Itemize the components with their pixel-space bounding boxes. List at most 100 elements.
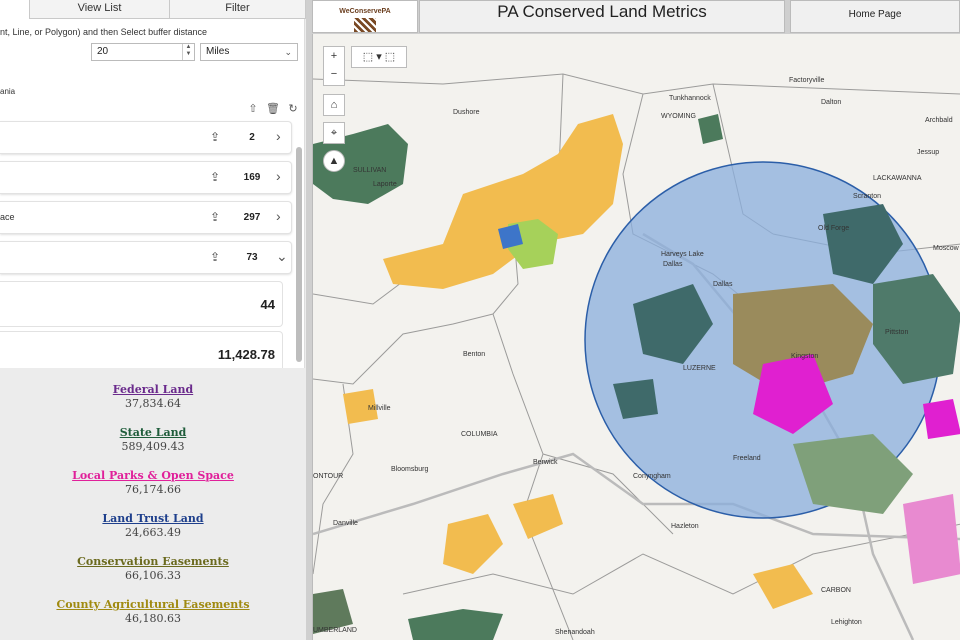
map-label: Dallas: [713, 281, 733, 288]
map-label: Dallas: [663, 261, 683, 268]
compass-icon[interactable]: ▲: [323, 150, 345, 172]
map-label: Laporte: [373, 181, 397, 188]
state-forest-green: [408, 609, 503, 640]
export-icon[interactable]: ⇧: [246, 102, 260, 116]
legend-item: State Land 589,409.43: [0, 417, 306, 460]
tab-filter[interactable]: Filter: [170, 0, 306, 19]
legend-title[interactable]: Conservation Easements: [0, 555, 306, 568]
legend-value: 589,409.43: [121, 440, 185, 453]
legend-value: 37,834.64: [125, 397, 181, 410]
map-label: Shenandoah: [555, 629, 595, 636]
legend-title[interactable]: Land Trust Land: [0, 512, 306, 525]
weconservepa-logo[interactable]: WeConservePA: [312, 0, 418, 33]
map-label: Factoryville: [789, 77, 825, 84]
share-icon[interactable]: ⇪: [210, 170, 220, 184]
legend-item: Conservation Easements 66,106.33: [0, 546, 306, 589]
map-label: Harveys Lake: [661, 251, 704, 258]
zoom-controls: + −: [323, 46, 345, 86]
legend-title[interactable]: Local Parks & Open Space: [0, 469, 306, 482]
map-label: ONTOUR: [313, 473, 343, 480]
category-row[interactable]: ⇪ 73 ⌄: [0, 241, 292, 274]
category-row[interactable]: ⇪ 2 ›: [0, 121, 292, 154]
share-icon[interactable]: ⇪: [210, 210, 220, 224]
map-label: LACKAWANNA: [873, 175, 922, 182]
category-count: 2: [249, 132, 255, 143]
map-label: UMBERLAND: [313, 627, 357, 634]
legend-item: Federal Land 37,834.64: [0, 374, 306, 417]
buffer-instruction: nt, Line, or Polygon) and then Select bu…: [0, 27, 207, 37]
trash-icon[interactable]: 🗑: [266, 102, 280, 116]
scrollbar[interactable]: [296, 147, 302, 362]
legend-item: Land Trust Land 24,663.49: [0, 503, 306, 546]
map-label: Bloomsburg: [391, 466, 428, 473]
state-game-lands-yellow: [443, 514, 503, 574]
map-label: Dalton: [821, 99, 841, 106]
page-title: PA Conserved Land Metrics: [419, 0, 785, 33]
chevron-down-icon[interactable]: ⌄: [276, 248, 288, 265]
chevron-down-icon: ⌄: [284, 47, 292, 57]
map-label: Jessup: [917, 149, 939, 156]
legend-value: 24,663.49: [125, 526, 181, 539]
legend-value: 76,174.66: [125, 483, 181, 496]
category-row[interactable]: ⇪ 169 ›: [0, 161, 292, 194]
app-header: WeConservePA PA Conserved Land Metrics H…: [306, 0, 960, 34]
share-icon[interactable]: ⇪: [210, 250, 220, 264]
legend-title[interactable]: State Land: [0, 426, 306, 439]
stat-value: 44: [260, 297, 275, 312]
map-label: Conyngham: [633, 473, 671, 480]
map-label: LUZERNE: [683, 365, 716, 372]
buffer-stepper-icon[interactable]: ▲ ▼: [182, 44, 194, 60]
map-label: CARBON: [821, 587, 851, 594]
refresh-icon[interactable]: ↻: [286, 102, 300, 116]
map-canvas[interactable]: Factoryville Tunkhannock Dalton Archbald…: [313, 34, 960, 640]
buffer-panel: nt, Line, or Polygon) and then Select bu…: [0, 19, 305, 368]
map-label: Kingston: [791, 353, 818, 360]
panel-actions: ⇧ 🗑 ↻: [246, 102, 300, 116]
buffer-units-select[interactable]: Miles ⌄: [200, 43, 298, 61]
map-label: Moscow: [933, 245, 960, 252]
state-game-lands-yellow: [383, 114, 623, 289]
map-label: Danville: [333, 520, 358, 527]
tab-view-list[interactable]: View List: [30, 0, 170, 19]
map-view[interactable]: Factoryville Tunkhannock Dalton Archbald…: [312, 34, 960, 640]
state-forest-green: [698, 114, 723, 144]
chevron-right-icon[interactable]: ›: [276, 128, 281, 144]
left-panel: View List Filter nt, Line, or Polygon) a…: [0, 0, 306, 640]
chevron-right-icon[interactable]: ›: [276, 208, 281, 224]
category-list: ⇪ 2 › ⇪ 169 › ace ⇪ 297 › ⇪ 73 ⌄ 44 11,4…: [0, 121, 292, 368]
map-label: SULLIVAN: [353, 167, 386, 174]
acreage-legend: Federal Land 37,834.64 State Land 589,40…: [0, 374, 306, 632]
buffer-distance-value: 20: [97, 46, 109, 57]
map-label: Freeland: [733, 455, 761, 462]
map-label: Berwick: [533, 459, 558, 466]
locate-icon[interactable]: ⌖: [323, 122, 345, 144]
stat-card: 44: [0, 281, 283, 327]
map-label: Scranton: [853, 193, 881, 200]
zoom-out-icon[interactable]: −: [324, 65, 344, 83]
home-icon[interactable]: ⌂: [323, 94, 345, 116]
map-label: Benton: [463, 351, 485, 358]
share-icon[interactable]: ⇪: [210, 130, 220, 144]
map-label: Tunkhannock: [669, 95, 711, 102]
legend-item: County Agricultural Easements 46,180.63: [0, 589, 306, 632]
zoom-in-icon[interactable]: +: [324, 47, 344, 65]
chevron-right-icon[interactable]: ›: [276, 168, 281, 184]
select-tool-icon[interactable]: ⬚ ▾ ⬚: [351, 46, 407, 68]
area-text: ania: [0, 87, 16, 96]
category-count: 297: [243, 212, 261, 223]
map-label: Archbald: [925, 117, 953, 124]
legend-item: Local Parks & Open Space 76,174.66: [0, 460, 306, 503]
legend-title[interactable]: County Agricultural Easements: [0, 598, 306, 611]
category-row[interactable]: ace ⇪ 297 ›: [0, 201, 292, 234]
logo-mark-icon: [354, 18, 376, 32]
legend-title[interactable]: Federal Land: [0, 383, 306, 396]
buffer-distance-input[interactable]: 20 ▲ ▼: [91, 43, 195, 61]
logo-text: WeConservePA: [339, 8, 391, 15]
home-page-button[interactable]: Home Page: [790, 0, 960, 33]
tab-bar: View List Filter: [0, 0, 306, 19]
legend-value: 46,180.63: [125, 612, 181, 625]
legend-value: 66,106.33: [125, 569, 181, 582]
buffer-units-value: Miles: [206, 46, 230, 57]
tab-buffer[interactable]: [0, 0, 30, 19]
map-label: Dushore: [453, 109, 480, 116]
